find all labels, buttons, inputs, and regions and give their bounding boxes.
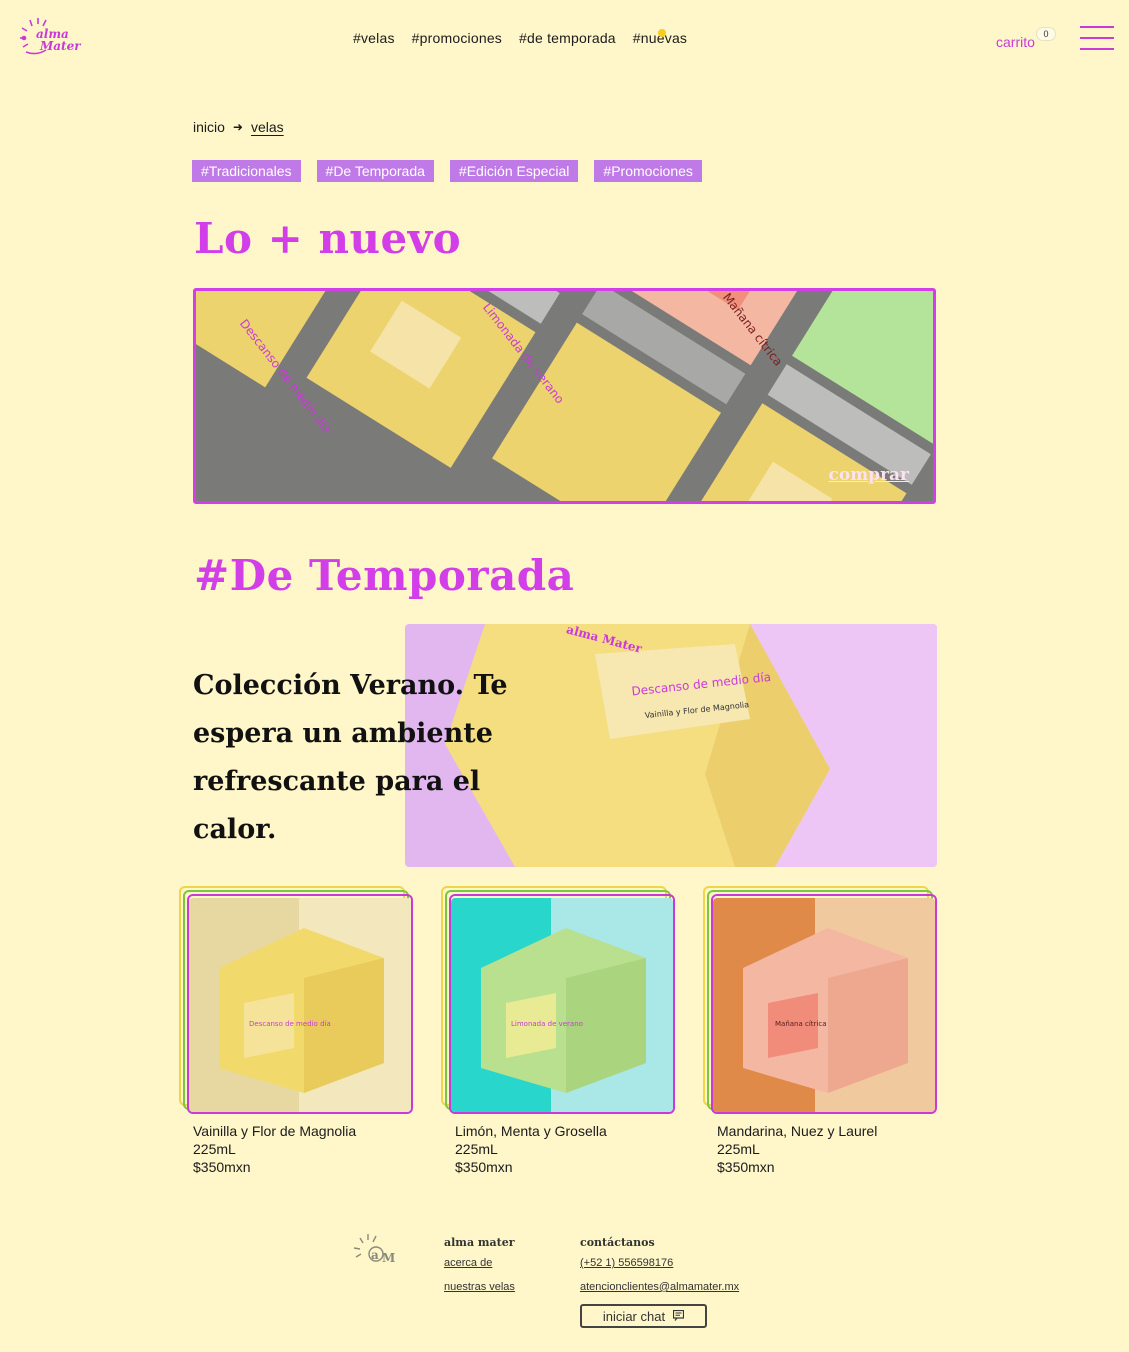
tag-de-temporada[interactable]: #De Temporada	[316, 160, 434, 182]
footer-link-candles[interactable]: nuestras velas	[444, 1279, 515, 1295]
new-section-title: Lo + nuevo	[194, 214, 462, 263]
footer-contact-column: contáctanos (+52 1) 556598176 atencioncl…	[580, 1236, 739, 1303]
footer-email-link[interactable]: atencionclientes@almamater.mx	[580, 1279, 739, 1295]
banner-image: Descanso de medio día Limonada de verano…	[196, 291, 933, 501]
breadcrumb-home[interactable]: inicio	[193, 119, 225, 135]
arrow-right-icon: ➜	[232, 120, 243, 134]
product-image[interactable]: Limonada de verano	[451, 898, 673, 1112]
product-image[interactable]: Descanso de medio día	[189, 898, 411, 1112]
collection-headline: Colección Verano. Te espera un ambiente …	[193, 670, 508, 845]
season-section-title: #De Temporada	[194, 551, 575, 600]
breadcrumb: inicio ➜ velas	[193, 119, 284, 135]
menu-bar	[1080, 26, 1114, 28]
footer-link-about[interactable]: acerca de	[444, 1255, 515, 1271]
hover-cursor-dot	[658, 29, 666, 37]
menu-bar	[1080, 48, 1114, 50]
product-name: Vainilla y Flor de Magnolia	[193, 1123, 357, 1139]
cart-count-badge: 0	[1036, 27, 1056, 41]
product-name: Limón, Menta y Grosella	[455, 1123, 607, 1139]
footer-about-column: alma mater acerca de nuestras velas	[444, 1236, 515, 1303]
tag-edicion-especial[interactable]: #Edición Especial	[449, 160, 579, 182]
product-size: 225mL	[455, 1141, 498, 1157]
product-card[interactable]: Limonada de verano Limón, Menta y Grosel…	[441, 886, 675, 1175]
new-products-banner[interactable]: Descanso de medio día Limonada de verano…	[193, 288, 936, 504]
tag-tradicionales[interactable]: #Tradicionales	[192, 160, 301, 182]
product-box-label: Limonada de verano	[511, 1020, 583, 1028]
chat-icon	[672, 1309, 685, 1324]
product-image[interactable]: Mañana cítrica	[713, 898, 935, 1112]
menu-icon[interactable]	[1080, 24, 1114, 52]
logo-line-2: Mater	[40, 39, 81, 53]
brand-logo[interactable]: alma Mater	[16, 16, 82, 64]
cart-link[interactable]: carrito	[996, 34, 1035, 50]
product-info: Vainilla y Flor de Magnolia 225mL $350mx…	[193, 1122, 356, 1176]
footer-contact-title: contáctanos	[580, 1236, 655, 1249]
product-box-label: Descanso de medio día	[249, 1020, 331, 1028]
nav-de-temporada[interactable]: #de temporada	[519, 30, 616, 46]
footer-phone-link[interactable]: (+52 1) 556598176	[580, 1255, 739, 1271]
start-chat-button[interactable]: iniciar chat	[580, 1304, 707, 1328]
footer-about-title: alma mater	[444, 1236, 515, 1249]
product-info: Mandarina, Nuez y Laurel 225mL $350mxn	[717, 1122, 877, 1176]
product-box-label: Mañana cítrica	[775, 1020, 827, 1028]
top-nav: #velas #promociones #de temporada #nueva…	[353, 30, 687, 46]
svg-text:M: M	[382, 1251, 395, 1265]
tag-promociones[interactable]: #Promociones	[594, 160, 702, 182]
product-card[interactable]: Mañana cítrica Mandarina, Nuez y Laurel …	[703, 886, 937, 1175]
nav-promociones[interactable]: #promociones	[412, 30, 502, 46]
product-price: $350mxn	[193, 1159, 251, 1175]
product-price: $350mxn	[455, 1159, 513, 1175]
buy-button[interactable]: comprar	[829, 465, 910, 485]
menu-bar	[1080, 37, 1114, 39]
product-size: 225mL	[193, 1141, 236, 1157]
svg-text:a: a	[371, 1248, 379, 1262]
footer-logo-icon: a M	[352, 1230, 398, 1268]
product-name: Mandarina, Nuez y Laurel	[717, 1123, 878, 1139]
chat-button-label: iniciar chat	[602, 1308, 666, 1324]
product-card[interactable]: Descanso de medio día Vainilla y Flor de…	[179, 886, 413, 1175]
nav-velas[interactable]: #velas	[353, 30, 395, 46]
category-tags: #Tradicionales #De Temporada #Edición Es…	[192, 160, 702, 182]
product-info: Limón, Menta y Grosella 225mL $350mxn	[455, 1122, 607, 1176]
product-price: $350mxn	[717, 1159, 775, 1175]
breadcrumb-current[interactable]: velas	[251, 119, 284, 135]
product-size: 225mL	[717, 1141, 760, 1157]
